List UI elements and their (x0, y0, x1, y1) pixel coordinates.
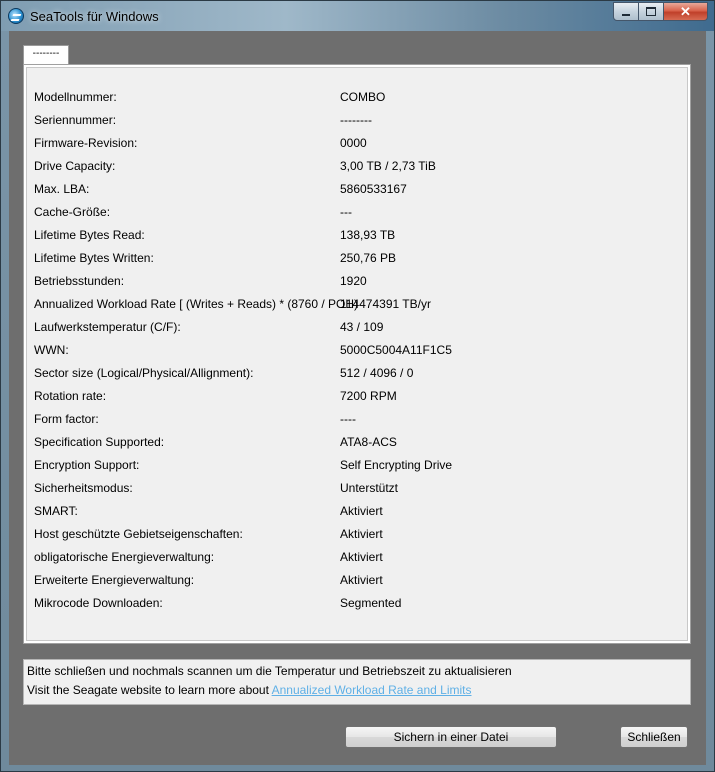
property-value: 114474391 TB/yr (340, 297, 431, 311)
seatools-logo-icon (8, 8, 24, 24)
property-label: obligatorische Energieverwaltung: (34, 550, 215, 564)
property-value: 250,76 PB (340, 251, 397, 265)
property-value: 5000C5004A11F1C5 (340, 343, 452, 357)
window-controls: ✕ (613, 2, 708, 22)
property-row: obligatorische Energieverwaltung: Aktivie… (34, 548, 674, 568)
property-row: Lifetime Bytes Written: 250,76 PB (34, 249, 674, 269)
property-row: Host geschützte Gebietseigenschaften: Akt… (34, 525, 674, 545)
property-value: Aktiviert (340, 573, 383, 587)
property-row: Betriebsstunden: 1920 (34, 272, 674, 292)
property-row: Annualized Workload Rate [ (Writes + Rea… (34, 295, 674, 315)
save-to-file-button[interactable]: Sichern in einer Datei (345, 726, 557, 748)
properties-list: Modellnummer: COMBO Seriennummer: -------- F… (26, 67, 688, 641)
property-label: Modellnummer: (34, 90, 117, 104)
property-label: Mikrocode Downloaden: (34, 596, 163, 610)
property-label: Specification Supported: (34, 435, 165, 449)
property-value: Segmented (340, 596, 402, 610)
property-row: Erweiterte Energieverwaltung: Aktiviert (34, 571, 674, 591)
property-label: Max. LBA: (34, 182, 90, 196)
info-refresh-note: Bitte schließen und nochmals scannen um … (27, 664, 512, 678)
property-row: Seriennummer: -------- (34, 111, 674, 131)
property-row: Sicherheitsmodus: Unterstützt (34, 479, 674, 499)
property-value: 1920 (340, 274, 367, 288)
property-value: 138,93 TB (340, 228, 396, 242)
property-row: Cache-Größe: --- (34, 203, 674, 223)
property-label: Drive Capacity: (34, 159, 116, 173)
drive-info-panel: Modellnummer: COMBO Seriennummer: -------- F… (23, 64, 691, 644)
property-row: Sector size (Logical/Physical/Allignment… (34, 364, 674, 384)
property-row: Lifetime Bytes Read: 138,93 TB (34, 226, 674, 246)
property-value: COMBO (340, 90, 386, 104)
property-row: Max. LBA: 5860533167 (34, 180, 674, 200)
close-button[interactable]: Schließen (620, 726, 688, 748)
property-row: Laufwerkstemperatur (C/F): 43 / 109 (34, 318, 674, 338)
property-label: Erweiterte Energieverwaltung: (34, 573, 195, 587)
property-value: ---- (340, 412, 356, 426)
property-label: Cache-Größe: (34, 205, 111, 219)
tab-drive[interactable]: -------- (23, 45, 69, 66)
info-website-note: Visit the Seagate website to learn more … (27, 683, 472, 697)
property-label: Seriennummer: (34, 113, 117, 127)
close-icon: ✕ (680, 3, 691, 19)
property-value: Self Encrypting Drive (340, 458, 453, 472)
property-value: -------- (340, 113, 372, 127)
property-value: 5860533167 (340, 182, 407, 196)
property-label: Encryption Support: (34, 458, 140, 472)
property-value: 512 / 4096 / 0 (340, 366, 414, 380)
property-label: Betriebsstunden: (34, 274, 125, 288)
property-label: Lifetime Bytes Written: (34, 251, 154, 265)
property-row: SMART: Aktiviert (34, 502, 674, 522)
client-area: -------- Modellnummer: COMBO Seriennummer:… (9, 31, 706, 765)
property-value: Aktiviert (340, 527, 383, 541)
property-value: Unterstützt (340, 481, 399, 495)
property-label: Annualized Workload Rate [ (Writes + Rea… (34, 297, 359, 311)
property-label: Laufwerkstemperatur (C/F): (34, 320, 181, 334)
property-row: Drive Capacity: 3,00 TB / 2,73 TiB (34, 157, 674, 177)
property-value: 43 / 109 (340, 320, 384, 334)
title-bar[interactable]: SeaTools für Windows ✕ (1, 1, 714, 31)
property-value: Aktiviert (340, 550, 383, 564)
property-row: Firmware-Revision: 0000 (34, 134, 674, 154)
property-row: Form factor: ---- (34, 410, 674, 430)
property-row: Mikrocode Downloaden: Segmented (34, 594, 674, 614)
property-value: ATA8-ACS (340, 435, 397, 449)
property-label: Sector size (Logical/Physical/Allignment… (34, 366, 254, 380)
maximize-button[interactable] (639, 2, 664, 21)
info-website-text: Visit the Seagate website to learn more … (27, 683, 272, 697)
property-value: 3,00 TB / 2,73 TiB (340, 159, 436, 173)
property-value: 7200 RPM (340, 389, 397, 403)
property-row: Modellnummer: COMBO (34, 88, 674, 108)
info-box: Bitte schließen und nochmals scannen um … (23, 659, 691, 705)
window-title: SeaTools für Windows (30, 9, 159, 24)
property-label: Rotation rate: (34, 389, 107, 403)
workload-rate-link[interactable]: Annualized Workload Rate and Limits (272, 683, 472, 697)
property-label: Lifetime Bytes Read: (34, 228, 145, 242)
property-row: Specification Supported: ATA8-ACS (34, 433, 674, 453)
close-window-button[interactable]: ✕ (664, 2, 708, 21)
property-label: WWN: (34, 343, 69, 357)
property-label: Host geschützte Gebietseigenschaften: (34, 527, 243, 541)
property-row: Rotation rate: 7200 RPM (34, 387, 674, 407)
maximize-icon (646, 7, 656, 16)
property-label: SMART: (34, 504, 78, 518)
property-row: WWN: 5000C5004A11F1C5 (34, 341, 674, 361)
property-value: Aktiviert (340, 504, 383, 518)
property-value: --- (340, 205, 352, 219)
property-label: Firmware-Revision: (34, 136, 138, 150)
property-label: Form factor: (34, 412, 99, 426)
minimize-icon (622, 13, 630, 16)
property-value: 0000 (340, 136, 367, 150)
seatools-window: SeaTools für Windows ✕ -------- Modellnu… (0, 0, 715, 772)
property-label: Sicherheitsmodus: (34, 481, 133, 495)
minimize-button[interactable] (613, 2, 639, 21)
property-row: Encryption Support: Self Encrypting Drive (34, 456, 674, 476)
